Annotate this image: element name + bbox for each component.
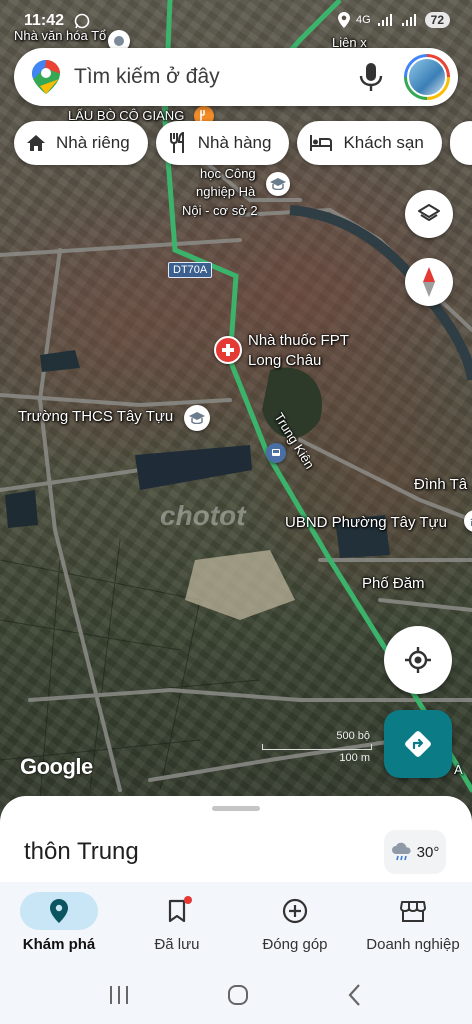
bus-stop-icon[interactable] [266,443,286,463]
search-input[interactable]: Tìm kiếm ở đây [74,65,358,89]
chip-home[interactable]: Nhà riêng [14,121,148,165]
recent-apps-icon[interactable] [107,984,131,1006]
university-poi-icon[interactable] [266,172,290,196]
nav-business-label: Doanh nghiệp [366,936,460,953]
pharmacy-poi-icon[interactable] [214,336,242,364]
google-maps-pin-icon [32,60,60,94]
nav-saved[interactable]: Đã lưu [118,882,236,966]
nav-business[interactable]: Doanh nghiệp [354,882,472,966]
network-type: 4G [355,14,371,26]
chip-restaurant-label: Nhà hàng [197,133,272,152]
microphone-icon[interactable] [358,62,384,92]
restaurant-icon [169,132,184,153]
map-label-pharmacy-line2[interactable]: Long Châu [248,352,321,369]
directions-icon [405,731,431,757]
school-poi-icon[interactable] [184,405,210,431]
saved-notification-dot [184,896,192,904]
hotel-icon [310,135,333,151]
back-icon[interactable] [345,983,365,1007]
map-label-school[interactable]: Trường THCS Tây Tựu [18,408,173,425]
layers-icon [418,204,440,221]
map-label-ubnd[interactable]: UBND Phường Tây Tựu [285,514,447,531]
account-avatar[interactable] [404,54,450,100]
map-label-dinh-tay[interactable]: Đình Tâ [414,476,467,493]
scale-bar [262,744,372,750]
nav-contribute-icon-wrap [256,892,334,930]
map-label-pho-dam: Phố Đăm [362,575,425,592]
status-icons: 4G 72 [337,12,450,28]
home-system-icon[interactable] [226,983,250,1007]
compass-icon [423,267,435,297]
location-status-icon [337,12,350,28]
home-icon [27,135,45,151]
nav-explore-label: Khám phá [22,936,96,953]
google-logo: Google [20,754,93,779]
whatsapp-notification-icon [74,13,90,29]
sheet-drag-handle[interactable] [212,806,260,811]
nav-contribute-label: Đóng góp [262,936,328,953]
battery-level: 72 [424,12,450,28]
directions-button[interactable] [384,710,452,778]
nav-saved-label: Đã lưu [154,936,200,953]
temperature: 30° [416,843,440,861]
map-label-pharmacy-line1[interactable]: Nhà thuốc FPT [248,332,349,349]
saved-bookmark-icon [168,899,186,923]
scale-top-label: 500 bộ [336,730,370,742]
map-label-nghiep-ha[interactable]: nghiệp Hà [196,184,255,199]
chip-restaurant[interactable]: Nhà hàng [155,121,290,165]
watermark-text: chotot [160,500,246,531]
my-location-button[interactable] [384,626,452,694]
nav-explore[interactable]: Khám phá [0,882,118,966]
chip-home-label: Nhà riêng [56,133,130,152]
chip-hotel-label: Khách sạn [343,133,424,152]
chip-more[interactable] [449,121,472,165]
scale-bottom-label: 100 m [339,752,370,764]
compass-button[interactable] [405,258,453,306]
layers-button[interactable] [405,190,453,238]
explore-pin-icon [50,899,68,923]
my-location-icon [405,647,431,673]
map-scale: 500 bộ 100 m [262,730,372,772]
nav-saved-icon-wrap [138,892,216,930]
weather-chip[interactable]: 30° [384,830,446,874]
signal-1-icon [377,14,392,26]
status-time: 11:42 [24,12,65,29]
signal-2-icon [401,14,416,26]
map-label-noi-co-so[interactable]: Nội - cơ sở 2 [182,203,258,218]
map-label-edge-a: A [454,762,463,777]
rain-cloud-icon [391,842,411,861]
business-store-icon [400,901,426,922]
category-chips: Nhà riêng Nhà hàng Khách sạn [14,121,472,165]
bottom-navigation: Khám phá Đã lưu Đóng góp Doanh nghiệp [0,882,472,966]
map-label-hoc-cong[interactable]: học Công [200,166,256,181]
search-bar[interactable]: Tìm kiếm ở đây [14,48,458,106]
chip-hotel[interactable]: Khách sạn [297,121,442,165]
road-shield-dt70a: DT70A [168,262,213,278]
nav-business-icon-wrap [374,892,452,930]
avatar-image [407,57,447,97]
status-bar: 11:42 4G 72 [0,0,472,42]
nav-contribute[interactable]: Đóng góp [236,882,354,966]
place-name: thôn Trung [24,838,139,865]
bottom-sheet[interactable]: thôn Trung 30° [0,796,472,896]
nav-explore-indicator [20,892,98,930]
contribute-plus-icon [282,898,308,924]
system-navigation-bar [0,966,472,1024]
